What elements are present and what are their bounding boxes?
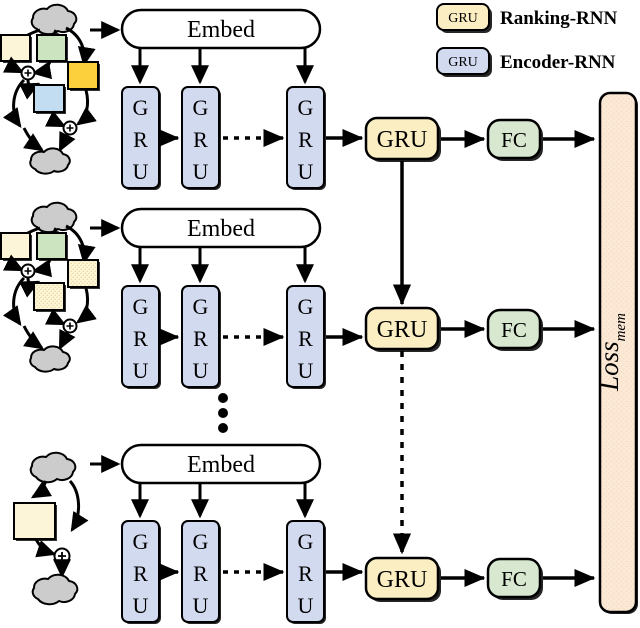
encoder-gru-2-3-u: U xyxy=(298,358,314,383)
row-1: Embed G R U G R U G R U GRU FC xyxy=(90,8,596,190)
row-3: Embed G R U G R U G R U GRU FC xyxy=(90,443,596,624)
ranking-gru-2-label: GRU xyxy=(377,317,428,343)
embed-box-2[interactable]: Embed xyxy=(120,207,322,249)
encoder-gru-3-2-u: U xyxy=(193,593,209,618)
graph2-node-cream xyxy=(0,232,31,260)
cloud-bottom-3 xyxy=(31,573,79,606)
encoder-gru-1-2-r: R xyxy=(193,127,208,152)
fc-box-3[interactable]: FC xyxy=(486,557,543,600)
embed-label-2: Embed xyxy=(187,216,255,242)
encoder-gru-2-2-u: U xyxy=(193,358,209,383)
legend-encoder-box-label: GRU xyxy=(448,55,478,70)
ellipsis-dot-2 xyxy=(218,408,228,418)
graph3-node-cream xyxy=(13,502,56,540)
encoder-gru-1-3[interactable]: G R U xyxy=(286,86,326,190)
embed-label-1: Embed xyxy=(187,17,255,43)
ranking-gru-3-label: GRU xyxy=(377,567,428,593)
ranking-gru-1[interactable]: GRU xyxy=(364,116,441,162)
legend: GRU Ranking-RNN GRU Encoder-RNN xyxy=(436,3,617,77)
encoder-gru-3-1-g: G xyxy=(133,529,149,554)
graph1-node-cream xyxy=(0,34,31,62)
encoder-gru-2-3-r: R xyxy=(298,326,313,351)
figure-canvas: GRU Ranking-RNN GRU Encoder-RNN Embed G … xyxy=(0,0,640,628)
cloud-top-3 xyxy=(29,451,77,484)
row-ellipsis xyxy=(218,393,228,433)
row-2: Embed G R U G R U G R U GRU FC xyxy=(90,207,596,389)
encoder-gru-2-3-g: G xyxy=(298,294,314,319)
cloud-bottom-2 xyxy=(29,345,71,373)
fc-box-2[interactable]: FC xyxy=(486,308,543,351)
graph-2 xyxy=(0,201,100,373)
embed-box-1[interactable]: Embed xyxy=(120,8,322,50)
legend-ranking-box-label: GRU xyxy=(448,11,478,26)
loss-subscript: mem xyxy=(613,313,629,341)
legend-encoder-label: Encoder-RNN xyxy=(500,52,616,73)
loss-box[interactable]: Lossmem xyxy=(594,91,638,614)
ranking-gru-2[interactable]: GRU xyxy=(364,306,441,352)
encoder-gru-3-3-r: R xyxy=(298,561,313,586)
encoder-gru-2-1-g: G xyxy=(133,294,149,319)
encoder-gru-3-2-r: R xyxy=(193,561,208,586)
encoder-gru-3-1-u: U xyxy=(133,593,149,618)
encoder-gru-3-2-g: G xyxy=(193,529,209,554)
encoder-gru-2-2-g: G xyxy=(193,294,209,319)
fc-box-1[interactable]: FC xyxy=(486,118,543,161)
graph2-node-dotted-1 xyxy=(67,259,99,288)
encoder-gru-2-1-r: R xyxy=(133,326,148,351)
ellipsis-dot-3 xyxy=(218,423,228,433)
encoder-gru-2-1-u: U xyxy=(133,358,149,383)
encoder-gru-1-1-u: U xyxy=(133,159,149,184)
graph1-node-yellow xyxy=(67,61,99,90)
encoder-gru-1-2-u: U xyxy=(193,159,209,184)
encoder-gru-1-3-u: U xyxy=(298,159,314,184)
graph1-node-blue xyxy=(33,84,65,113)
graph-3 xyxy=(13,451,89,606)
ellipsis-dot-1 xyxy=(218,393,228,403)
legend-ranking-label: Ranking-RNN xyxy=(500,8,617,29)
cloud-bottom-1 xyxy=(29,147,71,175)
graph-1 xyxy=(0,3,100,175)
loss-main: Loss xyxy=(594,341,624,392)
encoder-gru-3-1-r: R xyxy=(133,561,148,586)
encoder-gru-1-1-r: R xyxy=(133,127,148,152)
encoder-gru-2-1[interactable]: G R U xyxy=(121,285,161,389)
encoder-gru-1-3-g: G xyxy=(298,95,314,120)
fc-label-2: FC xyxy=(501,318,527,342)
embed-box-3[interactable]: Embed xyxy=(120,443,322,485)
fc-label-3: FC xyxy=(501,567,527,591)
legend-item-ranking: GRU Ranking-RNN xyxy=(436,3,617,33)
encoder-gru-1-2-g: G xyxy=(193,95,209,120)
graph2-node-dotted-2 xyxy=(33,282,65,311)
ranking-gru-3[interactable]: GRU xyxy=(364,556,441,602)
graph2-node-green xyxy=(36,232,67,260)
ranking-gru-1-label: GRU xyxy=(377,127,428,153)
encoder-gru-1-3-r: R xyxy=(298,127,313,152)
encoder-gru-3-2[interactable]: G R U xyxy=(181,520,221,624)
encoder-gru-3-3-g: G xyxy=(298,529,314,554)
encoder-gru-1-1[interactable]: G R U xyxy=(121,86,161,190)
encoder-gru-3-3-u: U xyxy=(298,593,314,618)
encoder-gru-3-1[interactable]: G R U xyxy=(121,520,161,624)
legend-item-encoder: GRU Encoder-RNN xyxy=(436,47,616,77)
encoder-gru-2-3[interactable]: G R U xyxy=(286,285,326,389)
fc-label-1: FC xyxy=(501,128,527,152)
encoder-gru-2-2-r: R xyxy=(193,326,208,351)
encoder-gru-2-2[interactable]: G R U xyxy=(181,285,221,389)
encoder-gru-3-3[interactable]: G R U xyxy=(286,520,326,624)
encoder-gru-1-1-g: G xyxy=(133,95,149,120)
embed-label-3: Embed xyxy=(187,452,255,478)
encoder-gru-1-2[interactable]: G R U xyxy=(181,86,221,190)
graph1-node-green xyxy=(36,34,67,62)
